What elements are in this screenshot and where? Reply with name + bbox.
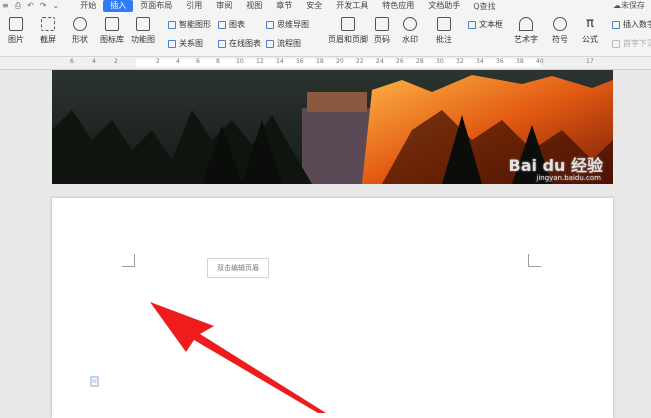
annotation-arrow: [150, 302, 326, 413]
